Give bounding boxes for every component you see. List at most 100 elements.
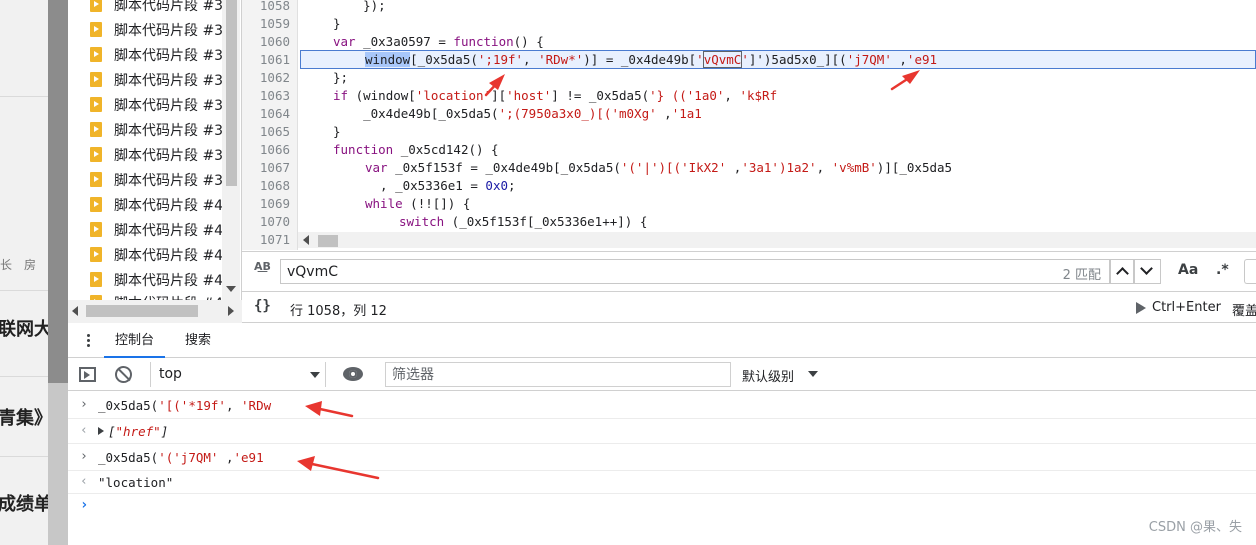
console-result-text: "location"	[98, 475, 173, 490]
file-tree-item[interactable]: 脚本代码片段 #3	[90, 142, 223, 167]
search-input[interactable]	[287, 262, 987, 282]
editor-hscroll-thumb[interactable]	[318, 235, 338, 247]
code-text: }	[333, 124, 341, 139]
line-number-gutter: 1058 1059 1060 1061 1062 1063 1064 1065 …	[242, 0, 298, 250]
search-box[interactable]: 2 匹配	[280, 259, 1110, 284]
result-arrow-icon: ‹	[80, 474, 88, 489]
array-bracket: [	[108, 424, 116, 439]
code-string: '1a0'	[686, 88, 725, 103]
file-tree-item[interactable]: 脚本代码片段 #3	[90, 167, 223, 192]
chevron-down-icon	[1140, 262, 1153, 275]
file-tree-item[interactable]: 脚本代码片段 #3	[90, 42, 223, 67]
code-text: _0x3a0597 =	[355, 34, 454, 49]
expand-triangle-icon[interactable]	[98, 427, 104, 435]
code-text: ,	[891, 52, 907, 67]
chevron-up-icon	[1116, 267, 1129, 280]
file-tree-item[interactable]: 脚本代码片段 #3	[90, 117, 223, 142]
code-line-1068: , _0x5336e1 = 0x0;	[365, 177, 516, 195]
page-scrollbar-thumb[interactable]	[48, 0, 68, 383]
code-text: ,	[523, 52, 539, 67]
line-number: 1062	[259, 70, 290, 85]
javascript-context-select[interactable]: top	[150, 362, 326, 387]
result-arrow-icon: ‹	[80, 423, 88, 438]
file-tree-item[interactable]: 脚本代码片段 #4	[90, 192, 223, 217]
console-result-row[interactable]: ‹ ["href"]	[68, 419, 1256, 444]
script-file-icon	[90, 47, 102, 62]
code-string: '*19f'	[180, 398, 226, 413]
code-text: ] != _0x5da5(	[551, 88, 650, 103]
run-snippet-shortcut[interactable]: Ctrl+Enter	[1152, 300, 1221, 315]
tab-console[interactable]: 控制台	[104, 324, 166, 358]
code-text: };	[333, 70, 349, 85]
run-snippet-icon[interactable]	[1136, 302, 1146, 314]
file-tree-item[interactable]: 脚本代码片段 #4	[90, 267, 223, 292]
file-tree-hscroll-thumb[interactable]	[86, 305, 198, 317]
file-tree-horizontal-scrollbar[interactable]	[68, 300, 242, 323]
filter-input[interactable]	[392, 365, 722, 385]
code-string: 'j7QM'	[173, 450, 219, 465]
page-scrollbar[interactable]	[48, 0, 68, 545]
file-tree-item[interactable]: 脚本代码片段 #3	[90, 92, 223, 117]
scroll-down-arrow-icon[interactable]	[226, 286, 236, 292]
file-tree-item[interactable]: 脚本代码片段 #3	[90, 0, 223, 17]
file-tree-item[interactable]: 脚本代码片段 #4	[90, 242, 223, 267]
file-tree-scrollbar-thumb[interactable]	[226, 0, 237, 186]
dropdown-arrow-icon[interactable]	[808, 371, 818, 377]
editor-horizontal-scrollbar[interactable]	[298, 232, 1256, 248]
previous-match-button[interactable]	[1110, 259, 1134, 284]
code-text: ,	[656, 106, 672, 121]
file-tree-item-label: 脚本代码片段 #3	[114, 47, 224, 64]
console-input-text: _0x5da5('('j7QM' ,'e91	[98, 450, 264, 465]
line-number: 1059	[259, 16, 290, 31]
background-fragment: 联网大	[0, 319, 52, 340]
code-text: ;	[508, 178, 516, 193]
editor-status-bar: {} 行 1058，列 12 Ctrl+Enter 覆盖	[242, 291, 1256, 323]
filter-box[interactable]	[385, 362, 731, 387]
code-string: '	[741, 52, 749, 67]
code-text: , _0x5336e1 =	[365, 178, 486, 193]
scroll-left-arrow-icon[interactable]	[72, 306, 78, 316]
console-input-row: › _0x5da5('[('*19f', 'RDw	[68, 392, 1256, 419]
code-line-1069: while (!![]) {	[365, 195, 470, 213]
log-level-select[interactable]: 默认级别	[742, 366, 794, 385]
code-line-1067: var _0x5f153f = _0x4de49b[_0x5da5('('|')…	[365, 159, 952, 177]
file-tree-item-label: 脚本代码片段 #3	[114, 22, 224, 39]
next-match-button[interactable]	[1134, 259, 1161, 284]
code-string: ';(7950a3x0_)[(	[498, 106, 612, 121]
console-output[interactable]: › _0x5da5('[('*19f', 'RDw ‹ ["href"] › _…	[68, 392, 1256, 545]
sources-file-tree: 脚本代码片段 #3 脚本代码片段 #3 脚本代码片段 #3 脚本代码片段 #3 …	[68, 0, 242, 323]
show-sidebar-icon[interactable]	[79, 367, 96, 382]
more-options-icon[interactable]	[87, 334, 90, 348]
file-tree-item[interactable]: 脚本代码片段 #3	[90, 17, 223, 42]
scroll-right-arrow-icon[interactable]	[228, 306, 234, 316]
scroll-left-arrow-icon[interactable]	[303, 235, 309, 245]
code-text: _0x5cd142() {	[393, 142, 499, 157]
line-number: 1060	[259, 34, 290, 49]
regex-toggle[interactable]: .*	[1216, 262, 1229, 278]
match-case-toggle[interactable]: Aa	[1178, 262, 1198, 278]
code-text: )][_0x5da5	[876, 160, 953, 175]
code-editor[interactable]: 1058 1059 1060 1061 1062 1063 1064 1065 …	[242, 0, 1256, 250]
cancel-search-box[interactable]	[1244, 259, 1256, 284]
file-tree-item[interactable]: 脚本代码片段 #4	[90, 217, 223, 242]
console-result-text[interactable]: ["href"]	[98, 424, 168, 439]
code-string: '('|')[('	[620, 160, 689, 175]
match-count: 2 匹配	[1062, 268, 1101, 283]
clear-console-icon[interactable]	[115, 366, 132, 383]
file-tree-vertical-scrollbar[interactable]	[222, 0, 240, 300]
code-text: [_0x5da5(	[410, 52, 478, 67]
replace-toggle-icon[interactable]: A͟B	[254, 261, 271, 272]
script-file-icon	[90, 22, 102, 37]
code-string: '(	[158, 450, 174, 465]
file-tree-item[interactable]: 脚本代码片段 #3	[90, 67, 223, 92]
live-expression-eye-icon[interactable]	[343, 367, 363, 381]
console-prompt-caret-icon[interactable]: ›	[80, 497, 88, 513]
tab-search[interactable]: 搜索	[185, 324, 211, 358]
pretty-print-icon[interactable]: {}	[254, 298, 271, 314]
script-file-icon	[90, 172, 102, 187]
script-file-icon	[90, 222, 102, 237]
line-number: 1070	[259, 214, 290, 229]
selected-token: window	[365, 52, 411, 67]
background-divider	[0, 290, 48, 291]
code-text: _0x4de49b[_0x5da5(	[333, 106, 499, 121]
